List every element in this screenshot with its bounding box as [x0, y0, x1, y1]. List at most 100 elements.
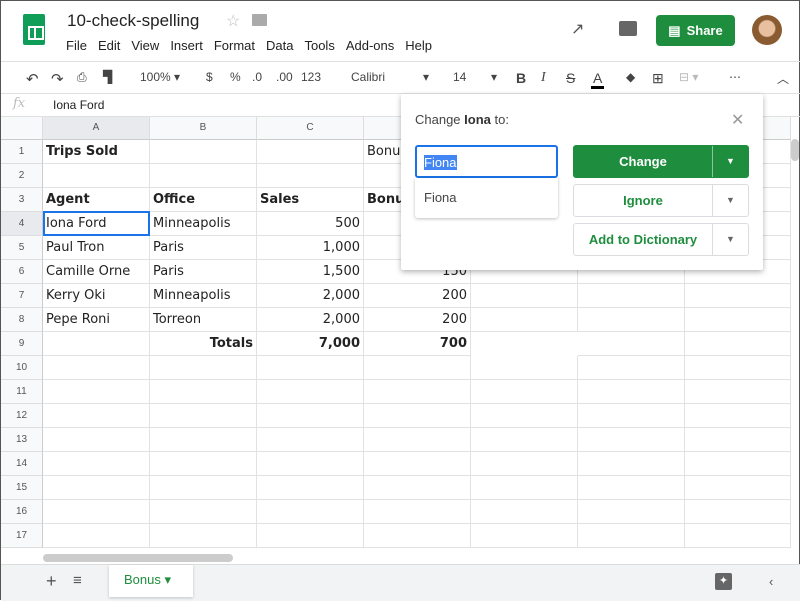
cell[interactable]: 2,000: [257, 308, 364, 332]
cell[interactable]: [257, 500, 364, 524]
cell[interactable]: [43, 452, 150, 476]
doc-title[interactable]: 10-check-spelling: [67, 11, 199, 31]
cell[interactable]: [578, 404, 685, 428]
cell[interactable]: Paris: [150, 236, 257, 260]
chevron-left-icon[interactable]: ‹: [769, 574, 773, 589]
add-to-dictionary-button[interactable]: Add to Dictionary ▼: [573, 223, 749, 256]
formula-input[interactable]: Iona Ford: [53, 98, 104, 112]
cell[interactable]: Torreon: [150, 308, 257, 332]
chevron-down-icon[interactable]: ▼: [713, 224, 748, 255]
row-header[interactable]: 10: [1, 356, 43, 380]
column-header[interactable]: B: [150, 117, 257, 140]
increase-decimal-button[interactable]: .00: [276, 70, 293, 84]
cell[interactable]: [43, 164, 150, 188]
cell[interactable]: [257, 140, 364, 164]
cell[interactable]: 200: [364, 284, 471, 308]
cell[interactable]: [150, 356, 257, 380]
menu-insert[interactable]: Insert: [170, 38, 203, 53]
cell[interactable]: [364, 356, 471, 380]
cell[interactable]: [257, 452, 364, 476]
cell[interactable]: [364, 428, 471, 452]
cell[interactable]: [578, 284, 685, 308]
cell[interactable]: Pepe Roni: [43, 308, 150, 332]
row-header[interactable]: 8: [1, 308, 43, 332]
bold-button[interactable]: B: [516, 70, 526, 86]
print-icon[interactable]: ⎙: [77, 70, 87, 85]
cell[interactable]: 1,500: [257, 260, 364, 284]
cell[interactable]: 1,000: [257, 236, 364, 260]
cell[interactable]: [578, 500, 685, 524]
sheet-tab-bonus[interactable]: Bonus ▾: [109, 565, 193, 597]
cell[interactable]: [43, 404, 150, 428]
menu-tools[interactable]: Tools: [304, 38, 334, 53]
vertical-scrollbar[interactable]: [791, 139, 799, 161]
cell[interactable]: [364, 452, 471, 476]
borders-icon[interactable]: ⊞: [652, 70, 664, 87]
cell[interactable]: [685, 524, 791, 548]
cell[interactable]: Trips Sold: [43, 140, 150, 164]
cell[interactable]: [257, 476, 364, 500]
menu-format[interactable]: Format: [214, 38, 255, 53]
cell[interactable]: 500: [257, 212, 364, 236]
cell[interactable]: Kerry Oki: [43, 284, 150, 308]
cell[interactable]: [471, 284, 578, 308]
cell[interactable]: [43, 356, 150, 380]
cell[interactable]: 2,000: [257, 284, 364, 308]
explore-icon[interactable]: ✦: [715, 573, 732, 590]
cell[interactable]: [150, 476, 257, 500]
star-icon[interactable]: ☆: [226, 11, 240, 31]
cell[interactable]: [43, 524, 150, 548]
row-header[interactable]: 16: [1, 500, 43, 524]
cell[interactable]: [685, 500, 791, 524]
undo-icon[interactable]: ↶: [26, 70, 39, 88]
row-header[interactable]: 17: [1, 524, 43, 548]
cell[interactable]: [471, 404, 578, 428]
collapse-icon[interactable]: ︿: [777, 70, 789, 87]
cell[interactable]: [257, 428, 364, 452]
change-button[interactable]: Change ▼: [573, 145, 749, 178]
cell[interactable]: [364, 524, 471, 548]
cell[interactable]: [685, 476, 791, 500]
paint-format-icon[interactable]: ▜: [103, 70, 112, 84]
cell[interactable]: [578, 524, 685, 548]
text-color-button[interactable]: A: [591, 70, 605, 89]
row-header[interactable]: 6: [1, 260, 43, 284]
cell[interactable]: [364, 404, 471, 428]
sheets-logo[interactable]: [23, 14, 45, 45]
cell[interactable]: [578, 332, 685, 356]
row-header[interactable]: 14: [1, 452, 43, 476]
ignore-button[interactable]: Ignore ▼: [573, 184, 749, 217]
cell[interactable]: [150, 404, 257, 428]
redo-icon[interactable]: ↷: [51, 70, 64, 88]
row-header[interactable]: 2: [1, 164, 43, 188]
all-sheets-icon[interactable]: ≡: [73, 572, 82, 589]
cell[interactable]: [471, 476, 578, 500]
cell[interactable]: [150, 500, 257, 524]
font-size-select[interactable]: 14: [453, 70, 466, 84]
cell[interactable]: [43, 500, 150, 524]
cell[interactable]: [471, 500, 578, 524]
more-button[interactable]: ⋯: [729, 70, 741, 84]
avatar[interactable]: [752, 15, 782, 45]
cell[interactable]: [685, 356, 791, 380]
cell[interactable]: Minneapolis: [150, 212, 257, 236]
cell[interactable]: [364, 476, 471, 500]
cell[interactable]: [364, 500, 471, 524]
cell[interactable]: [43, 332, 150, 356]
share-button[interactable]: ▤ Share: [656, 15, 735, 46]
cell[interactable]: [471, 428, 578, 452]
menu-data[interactable]: Data: [266, 38, 293, 53]
chevron-down-icon[interactable]: ▾: [423, 70, 429, 84]
cell[interactable]: [471, 380, 578, 404]
cell[interactable]: [257, 524, 364, 548]
cell[interactable]: [685, 428, 791, 452]
row-header[interactable]: 7: [1, 284, 43, 308]
row-header[interactable]: 15: [1, 476, 43, 500]
replacement-input[interactable]: Fiona: [415, 145, 558, 178]
cell[interactable]: [257, 356, 364, 380]
decrease-decimal-button[interactable]: .0: [252, 70, 262, 84]
cell[interactable]: [685, 404, 791, 428]
suggestion-item[interactable]: Fiona: [415, 178, 558, 218]
cell[interactable]: Office: [150, 188, 257, 212]
currency-button[interactable]: $: [206, 70, 213, 84]
